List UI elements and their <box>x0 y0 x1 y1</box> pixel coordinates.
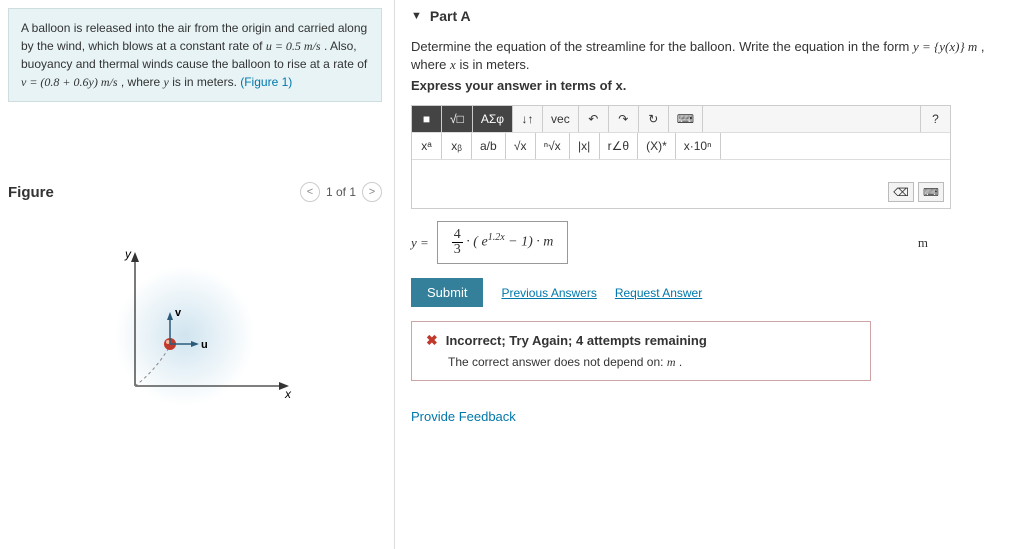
sqrt-button[interactable]: √x <box>506 133 536 159</box>
request-answer-link[interactable]: Request Answer <box>615 286 702 300</box>
backspace-button[interactable]: ⌫ <box>888 182 914 202</box>
abs-button[interactable]: |x| <box>570 133 600 159</box>
nthroot-button[interactable]: ⁿ√x <box>536 133 570 159</box>
vec-button[interactable]: vec <box>543 106 579 132</box>
svg-text:v: v <box>175 307 182 319</box>
mini-keyboard-button[interactable]: ⌨ <box>918 182 944 202</box>
templates-button[interactable]: ■ <box>412 106 442 132</box>
part-header[interactable]: ▼ Part A <box>411 8 1008 24</box>
editor-toolbar-2: xᵃ xᵦ a/b √x ⁿ√x |x| r∠θ (X)* x·10ⁿ <box>412 133 950 160</box>
polar-button[interactable]: r∠θ <box>600 133 638 159</box>
student-answer: 43 · ( e1.2x − 1) · m <box>437 221 569 264</box>
reset-button[interactable]: ↻ <box>639 106 669 132</box>
provide-feedback-link[interactable]: Provide Feedback <box>411 409 1008 424</box>
fraction-button[interactable]: a/b <box>472 133 506 159</box>
svg-text:u: u <box>201 339 208 351</box>
incorrect-icon: ✖ <box>426 332 438 349</box>
subsup-button[interactable]: ↓↑ <box>513 106 543 132</box>
part-prompt: Determine the equation of the streamline… <box>411 38 1008 74</box>
submit-button[interactable]: Submit <box>411 278 483 307</box>
answer-row: y = 43 · ( e1.2x − 1) · m m <box>411 221 1008 264</box>
svg-text:y: y <box>124 247 132 261</box>
figure-next-button[interactable]: > <box>362 182 382 202</box>
redo-button[interactable]: ↷ <box>609 106 639 132</box>
figure-image: y x u v <box>8 216 382 416</box>
problem-text: , where <box>121 75 164 89</box>
power-button[interactable]: xᵃ <box>412 133 442 159</box>
figure-link[interactable]: (Figure 1) <box>240 75 292 89</box>
feedback-box: ✖ Incorrect; Try Again; 4 attempts remai… <box>411 321 871 381</box>
part-label: Part A <box>430 8 471 24</box>
sci-button[interactable]: x·10ⁿ <box>676 133 721 159</box>
y-var: y <box>164 75 169 89</box>
previous-answers-link[interactable]: Previous Answers <box>501 286 596 300</box>
editor-input-area[interactable]: ⌫ ⌨ <box>412 160 950 208</box>
submit-row: Submit Previous Answers Request Answer <box>411 278 1008 307</box>
express-instruction: Express your answer in terms of x. <box>411 78 1008 93</box>
figure-prev-button[interactable]: < <box>300 182 320 202</box>
answer-prefix: y = <box>411 235 429 251</box>
u-equation: u = 0.5 m/s <box>266 39 321 53</box>
problem-statement: A balloon is released into the air from … <box>8 8 382 102</box>
problem-text: is in meters. <box>172 75 240 89</box>
subscript-button[interactable]: xᵦ <box>442 133 472 159</box>
figure-page-label: 1 of 1 <box>326 185 356 199</box>
figure-pager: < 1 of 1 > <box>300 182 382 202</box>
answer-unit: m <box>918 235 928 251</box>
figure-title: Figure <box>8 184 54 201</box>
svg-text:x: x <box>284 387 292 401</box>
radical-button[interactable]: √□ <box>442 106 473 132</box>
editor-toolbar-1: ■ √□ ΑΣφ ↓↑ vec ↶ ↷ ↻ ⌨ ? <box>412 106 950 133</box>
undo-button[interactable]: ↶ <box>579 106 609 132</box>
feedback-detail: The correct answer does not depend on: m… <box>448 355 856 370</box>
v-equation: v = (0.8 + 0.6y) m/s <box>21 75 118 89</box>
conj-button[interactable]: (X)* <box>638 133 676 159</box>
keyboard-button[interactable]: ⌨ <box>669 106 703 132</box>
greek-button[interactable]: ΑΣφ <box>473 106 513 132</box>
help-button[interactable]: ? <box>920 106 950 132</box>
feedback-message: Incorrect; Try Again; 4 attempts remaini… <box>446 333 707 348</box>
caret-down-icon: ▼ <box>411 10 422 22</box>
equation-editor: ■ √□ ΑΣφ ↓↑ vec ↶ ↷ ↻ ⌨ ? xᵃ xᵦ a/b √x ⁿ… <box>411 105 951 209</box>
